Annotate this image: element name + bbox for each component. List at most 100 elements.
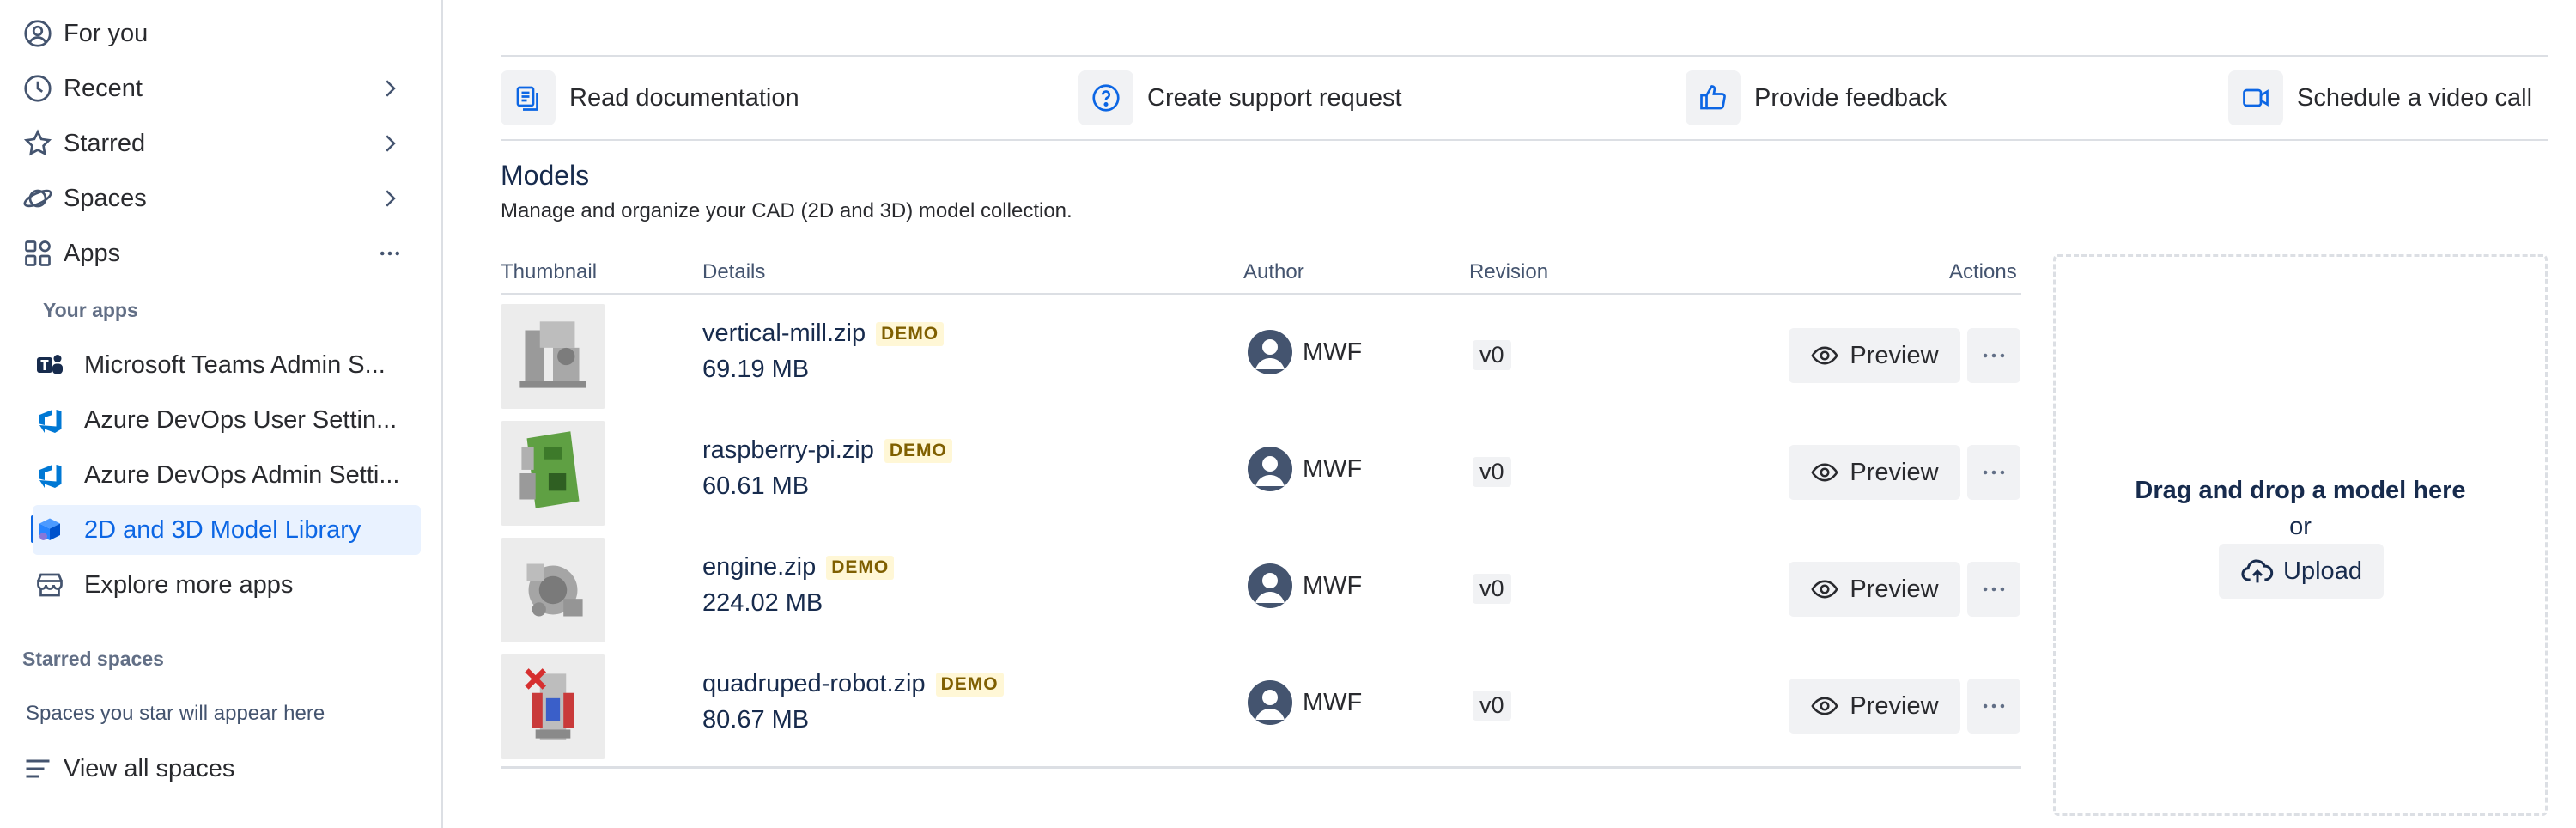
demo-badge: DEMO — [876, 321, 945, 346]
author-name: MWF — [1303, 688, 1363, 716]
column-header-actions: Actions — [1949, 260, 2017, 283]
avatar — [1248, 330, 1292, 374]
sidebar-item-label: Microsoft Teams Admin S... — [84, 350, 386, 379]
sidebar-item-label: Spaces — [64, 184, 147, 212]
eye-icon — [1811, 463, 1839, 482]
sidebar-item-label: For you — [64, 19, 149, 47]
model-filename[interactable]: vertical-mill.zip — [702, 320, 866, 348]
cloud-upload-icon — [2241, 559, 2274, 583]
sidebar-item-for-you[interactable]: For you — [21, 9, 419, 58]
upload-button[interactable]: Upload — [2219, 544, 2384, 599]
model-size: 60.61 MB — [702, 472, 810, 500]
create-support-request-link[interactable]: Create support request — [1078, 70, 1402, 125]
upload-label: Upload — [2283, 557, 2362, 585]
model-library-icon — [33, 513, 67, 547]
column-header-details: Details — [702, 260, 766, 283]
model-size: 224.02 MB — [702, 589, 823, 617]
sidebar-item-recent[interactable]: Recent — [21, 64, 419, 113]
apps-grid-icon — [21, 236, 55, 271]
documentation-icon — [501, 70, 556, 125]
sidebar-app-model-library[interactable]: 2D and 3D Model Library — [33, 505, 421, 555]
models-subtitle: Manage and organize your CAD (2D and 3D)… — [501, 199, 1072, 222]
table-row: engine.zip DEMO 224.02 MB MWF v0 Preview — [501, 527, 2021, 644]
eye-icon — [1811, 697, 1839, 715]
model-filename[interactable]: quadruped-robot.zip — [702, 670, 926, 698]
more-actions-button[interactable] — [1967, 328, 2020, 383]
revision-badge: v0 — [1473, 691, 1511, 721]
action-label: Read documentation — [569, 83, 799, 112]
sidebar: For you Recent Starred Spaces Apps Your … — [0, 0, 443, 828]
model-filename[interactable]: raspberry-pi.zip — [702, 436, 874, 465]
preview-button[interactable]: Preview — [1789, 562, 1960, 617]
sidebar-item-label: Starred — [64, 129, 146, 157]
avatar — [1248, 563, 1292, 608]
preview-label: Preview — [1850, 458, 1939, 486]
more-actions-button[interactable] — [1967, 445, 2020, 500]
sidebar-item-apps[interactable]: Apps — [21, 228, 419, 278]
star-icon — [21, 126, 55, 161]
sidebar-item-label: 2D and 3D Model Library — [84, 515, 361, 544]
thumbs-up-icon — [1686, 70, 1741, 125]
chevron-right-icon[interactable] — [373, 181, 407, 216]
sidebar-app-explore[interactable]: Explore more apps — [33, 560, 421, 610]
sidebar-app-teams[interactable]: Microsoft Teams Admin S... — [33, 340, 421, 390]
planet-icon — [21, 181, 55, 216]
preview-button[interactable]: Preview — [1789, 328, 1960, 383]
schedule-video-call-link[interactable]: Schedule a video call — [2228, 70, 2532, 125]
column-header-thumbnail: Thumbnail — [501, 260, 598, 283]
action-label: Create support request — [1147, 83, 1402, 112]
avatar — [1248, 680, 1292, 725]
author-name: MWF — [1303, 454, 1363, 483]
upload-dropzone[interactable]: Drag and drop a model here or Upload — [2053, 254, 2548, 816]
dropzone-title: Drag and drop a model here — [2135, 477, 2466, 504]
sidebar-item-label: Apps — [64, 239, 121, 267]
table-footer-divider — [501, 766, 2021, 769]
model-thumbnail[interactable] — [501, 538, 605, 642]
model-size: 69.19 MB — [702, 356, 810, 383]
chevron-right-icon[interactable] — [373, 126, 407, 161]
model-filename[interactable]: engine.zip — [702, 553, 816, 581]
more-icon[interactable] — [373, 236, 407, 271]
divider — [501, 55, 2548, 57]
more-actions-button[interactable] — [1967, 679, 2020, 734]
read-documentation-link[interactable]: Read documentation — [501, 70, 799, 125]
demo-badge: DEMO — [935, 672, 1004, 697]
models-title: Models — [501, 160, 590, 191]
provide-feedback-link[interactable]: Provide feedback — [1686, 70, 1947, 125]
sidebar-app-azure-user[interactable]: Azure DevOps User Settin... — [33, 395, 421, 445]
demo-badge: DEMO — [884, 438, 952, 463]
preview-label: Preview — [1850, 341, 1939, 369]
avatar — [1248, 447, 1292, 491]
table-row: quadruped-robot.zip DEMO 80.67 MB MWF v0… — [501, 644, 2021, 761]
chevron-right-icon[interactable] — [373, 71, 407, 106]
table-row: vertical-mill.zip DEMO 69.19 MB MWF v0 P… — [501, 294, 2021, 411]
model-thumbnail[interactable] — [501, 304, 605, 409]
column-header-revision: Revision — [1469, 260, 1549, 283]
teams-icon — [33, 348, 67, 382]
view-all-spaces[interactable]: View all spaces — [21, 744, 419, 794]
azure-devops-icon — [33, 403, 67, 437]
sidebar-item-starred[interactable]: Starred — [21, 119, 419, 168]
sidebar-item-label: Explore more apps — [84, 570, 294, 599]
question-icon — [1078, 70, 1133, 125]
azure-devops-icon — [33, 458, 67, 492]
more-actions-button[interactable] — [1967, 562, 2020, 617]
more-icon — [1983, 470, 2005, 475]
dropzone-or: or — [2289, 513, 2312, 540]
user-circle-icon — [21, 16, 55, 51]
preview-button[interactable]: Preview — [1789, 679, 1960, 734]
action-label: Provide feedback — [1754, 83, 1947, 112]
model-thumbnail[interactable] — [501, 654, 605, 759]
more-icon — [1983, 353, 2005, 358]
sidebar-app-azure-admin[interactable]: Azure DevOps Admin Setti... — [33, 450, 421, 500]
preview-label: Preview — [1850, 575, 1939, 603]
divider — [501, 139, 2548, 141]
sidebar-item-spaces[interactable]: Spaces — [21, 174, 419, 223]
action-label: Schedule a video call — [2297, 83, 2533, 112]
model-size: 80.67 MB — [702, 706, 810, 734]
sidebar-item-label: Recent — [64, 74, 143, 102]
model-thumbnail[interactable] — [501, 421, 605, 526]
author-name: MWF — [1303, 338, 1363, 366]
more-icon — [1983, 703, 2005, 709]
preview-button[interactable]: Preview — [1789, 445, 1960, 500]
